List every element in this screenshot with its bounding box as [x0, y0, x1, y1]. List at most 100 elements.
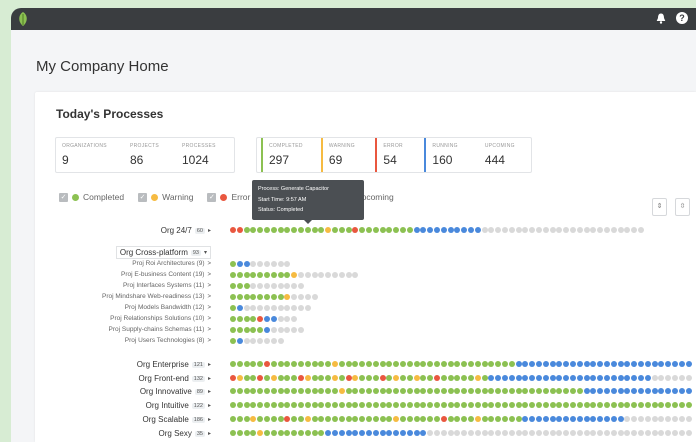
process-dot[interactable] [502, 361, 508, 367]
process-dot[interactable] [257, 272, 264, 278]
process-dot[interactable] [427, 416, 434, 422]
process-dot[interactable] [270, 305, 277, 311]
process-dot[interactable] [542, 227, 549, 233]
process-dot[interactable] [631, 375, 638, 381]
process-dot[interactable] [325, 402, 332, 408]
process-dot[interactable] [542, 361, 549, 367]
process-dot[interactable] [468, 361, 474, 367]
stat-running[interactable]: RUNNING 160 [424, 138, 474, 172]
process-dot[interactable] [508, 402, 515, 408]
process-dot[interactable] [420, 361, 427, 367]
process-dot[interactable] [250, 283, 257, 289]
process-dot[interactable] [318, 416, 325, 422]
process-dot[interactable] [488, 227, 495, 233]
process-dot[interactable] [345, 416, 352, 422]
process-dot[interactable] [400, 375, 406, 381]
process-dot[interactable] [624, 416, 631, 422]
process-dot[interactable] [291, 283, 298, 289]
process-dot[interactable] [522, 227, 529, 233]
process-dot[interactable] [270, 338, 277, 344]
process-dot[interactable] [400, 227, 406, 233]
legend-warning[interactable]: ✓ Warning [138, 192, 193, 202]
process-dot[interactable] [270, 283, 277, 289]
process-dot[interactable] [298, 361, 304, 367]
process-dot[interactable] [406, 375, 413, 381]
chevron-expand-icon[interactable]: ⇳ [675, 198, 690, 216]
row-label[interactable]: Proj Relationships Solutions (10) > [110, 315, 211, 322]
stat-completed[interactable]: COMPLETED 297 [261, 138, 317, 172]
process-dot[interactable] [406, 402, 413, 408]
process-dot[interactable] [257, 316, 264, 322]
process-dot[interactable] [393, 361, 400, 367]
process-dot[interactable] [406, 361, 413, 367]
process-dot[interactable] [624, 375, 631, 381]
stat-processes[interactable]: PROCESSES 1024 [176, 138, 230, 172]
process-dot[interactable] [352, 375, 359, 381]
process-dot[interactable] [332, 361, 338, 367]
process-dot[interactable] [495, 430, 502, 436]
process-dot[interactable] [250, 430, 257, 436]
row-label[interactable]: Proj Users Technologies (8) > [125, 337, 211, 344]
bell-icon[interactable] [654, 11, 668, 25]
process-dot[interactable] [318, 402, 325, 408]
process-dot[interactable] [250, 305, 257, 311]
process-dot[interactable] [284, 375, 291, 381]
process-dot[interactable] [250, 327, 257, 333]
process-dot[interactable] [352, 388, 359, 394]
process-dot[interactable] [400, 402, 406, 408]
process-dot[interactable] [236, 261, 243, 267]
process-dot[interactable] [468, 388, 474, 394]
process-dot[interactable] [631, 227, 638, 233]
process-dot[interactable] [345, 361, 352, 367]
process-dot[interactable] [270, 375, 277, 381]
process-dot[interactable] [379, 227, 386, 233]
process-dot[interactable] [556, 227, 563, 233]
process-dot[interactable] [434, 227, 440, 233]
process-dot[interactable] [529, 227, 536, 233]
process-dot[interactable] [311, 388, 318, 394]
process-dot[interactable] [277, 316, 284, 322]
process-dot[interactable] [386, 227, 393, 233]
process-dot[interactable] [372, 227, 379, 233]
process-dot[interactable] [277, 227, 284, 233]
process-dot[interactable] [529, 430, 536, 436]
process-dot[interactable] [638, 402, 644, 408]
org-row[interactable]: Org Intuitive 122 ▸ [35, 401, 696, 411]
process-dot[interactable] [291, 227, 298, 233]
process-dot[interactable] [488, 375, 495, 381]
checkbox-icon[interactable]: ✓ [138, 192, 148, 202]
process-dot[interactable] [583, 361, 590, 367]
process-dot[interactable] [590, 361, 597, 367]
process-dot[interactable] [413, 430, 420, 436]
process-dot[interactable] [366, 416, 372, 422]
process-dot[interactable] [352, 361, 359, 367]
process-dot[interactable] [277, 327, 284, 333]
process-dot[interactable] [318, 375, 325, 381]
process-dot[interactable] [454, 430, 461, 436]
process-dot[interactable] [672, 402, 678, 408]
process-dot[interactable] [434, 416, 440, 422]
process-dot[interactable] [338, 375, 345, 381]
help-icon[interactable]: ? [676, 12, 688, 24]
process-dot[interactable] [270, 388, 277, 394]
process-dot[interactable] [270, 316, 277, 322]
process-dot[interactable] [298, 430, 304, 436]
process-dot[interactable] [243, 416, 250, 422]
process-dot[interactable] [257, 416, 264, 422]
process-dot[interactable] [617, 375, 624, 381]
process-dot[interactable] [291, 294, 298, 300]
process-dot[interactable] [250, 316, 257, 322]
process-dot[interactable] [366, 361, 372, 367]
org-row[interactable]: Org 24/7 60 ▸ [35, 226, 696, 236]
process-dot[interactable] [583, 388, 590, 394]
process-dot[interactable] [651, 361, 658, 367]
process-dot[interactable] [311, 272, 318, 278]
process-dot[interactable] [359, 388, 366, 394]
process-dot[interactable] [495, 416, 502, 422]
process-dot[interactable] [570, 416, 576, 422]
process-dot[interactable] [685, 416, 692, 422]
process-dot[interactable] [583, 375, 590, 381]
process-dot[interactable] [536, 430, 542, 436]
process-dot[interactable] [264, 305, 270, 311]
project-row[interactable]: Proj Roi Architectures (9) > [35, 260, 696, 270]
